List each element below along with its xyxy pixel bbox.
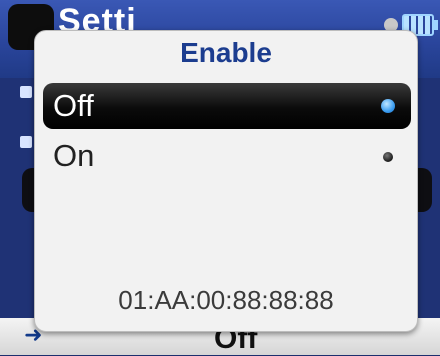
enable-dialog: Enable Off On 01:AA:00:88:88:88	[34, 30, 418, 332]
option-label: On	[53, 138, 95, 173]
dialog-title: Enable	[180, 37, 272, 68]
list-bullet-icon	[20, 86, 32, 98]
mac-address: 01:AA:00:88:88:88	[118, 285, 334, 315]
radio-unselected-icon	[383, 152, 393, 162]
option-off[interactable]: Off	[43, 83, 411, 129]
radio-selected-icon	[381, 99, 395, 113]
option-on[interactable]: On	[43, 133, 411, 179]
option-label: Off	[53, 88, 94, 123]
battery-tip-icon	[434, 20, 438, 30]
list-bullet-icon	[20, 136, 32, 148]
